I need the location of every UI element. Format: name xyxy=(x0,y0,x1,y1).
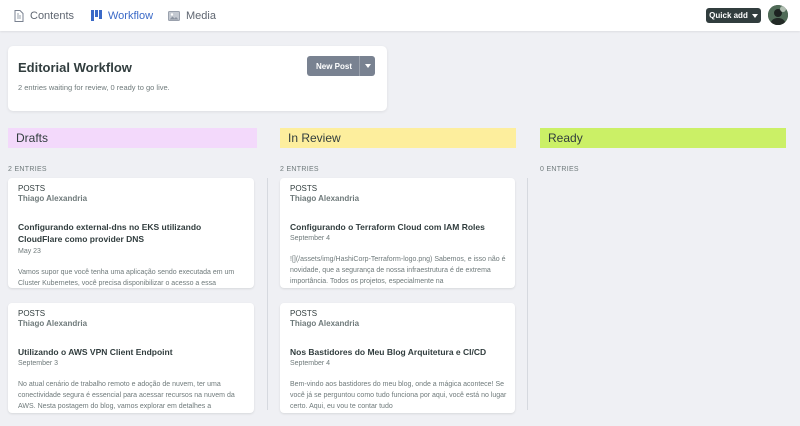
avatar[interactable] xyxy=(768,5,788,25)
entry-collection: POSTS xyxy=(18,309,46,318)
entry-collection: POSTS xyxy=(18,184,46,193)
column-header-in-review: In Review xyxy=(280,128,516,148)
entry-card[interactable]: POSTS Thiago Alexandria Nos Bastidores d… xyxy=(280,303,515,413)
column-count-in-review: 2 ENTRIES xyxy=(280,166,319,173)
nav-workflow-label: Workflow xyxy=(108,9,154,22)
entry-title: Utilizando o AWS VPN Client Endpoint xyxy=(18,347,173,357)
chevron-down-icon xyxy=(364,64,371,68)
column-count-drafts: 2 ENTRIES xyxy=(8,166,47,173)
nav-workflow[interactable]: Workflow xyxy=(91,0,153,31)
nav-media[interactable]: Media xyxy=(168,0,216,31)
page-title: Editorial Workflow xyxy=(18,60,132,75)
entry-date: May 23 xyxy=(18,248,41,255)
column-divider xyxy=(267,178,268,410)
entry-card[interactable]: POSTS Thiago Alexandria Configurando ext… xyxy=(8,178,254,288)
entry-date: September 3 xyxy=(18,360,59,367)
quick-add-button[interactable]: Quick add xyxy=(706,8,761,23)
new-post-dropdown[interactable] xyxy=(359,56,375,76)
workflow-icon xyxy=(91,10,102,21)
image-icon xyxy=(168,10,180,21)
page-subtitle: 2 entries waiting for review, 0 ready to… xyxy=(18,83,170,92)
column-divider xyxy=(527,178,528,410)
entry-date: September 4 xyxy=(290,235,331,242)
nav-media-label: Media xyxy=(186,9,216,22)
entry-author: Thiago Alexandria xyxy=(290,194,360,203)
entry-card[interactable]: POSTS Thiago Alexandria Configurando o T… xyxy=(280,178,515,288)
quick-add-label: Quick add xyxy=(709,11,748,20)
nav-contents-label: Contents xyxy=(30,9,75,22)
entry-excerpt: ![](/assets/img/HashiCorp-Terraform-logo… xyxy=(290,256,506,285)
chevron-down-icon xyxy=(751,13,758,18)
new-post-label: New Post xyxy=(315,61,352,71)
entry-date: September 4 xyxy=(290,360,331,367)
entry-title: Configurando external-dns no EKS utiliza… xyxy=(18,222,202,244)
entry-excerpt: Vamos supor que você tenha uma aplicação… xyxy=(18,269,235,287)
entry-collection: POSTS xyxy=(290,309,318,318)
entry-card[interactable]: POSTS Thiago Alexandria Utilizando o AWS… xyxy=(8,303,254,413)
column-header-ready: Ready xyxy=(540,128,786,148)
document-icon xyxy=(14,9,24,22)
entry-excerpt: Bem-vindo aos bastidores do meu blog, on… xyxy=(290,381,507,410)
nav-contents[interactable]: Contents xyxy=(14,0,74,31)
workflow-header-card: Editorial Workflow 2 entries waiting for… xyxy=(8,46,387,111)
entry-author: Thiago Alexandria xyxy=(18,194,88,203)
entry-author: Thiago Alexandria xyxy=(18,319,88,328)
column-header-drafts: Drafts xyxy=(8,128,257,148)
entry-author: Thiago Alexandria xyxy=(290,319,360,328)
entry-excerpt: No atual cenário de trabalho remoto e ad… xyxy=(18,381,235,410)
top-nav: Contents Workflow Media Quick add xyxy=(0,0,800,31)
new-post-button[interactable]: New Post xyxy=(307,56,375,76)
column-count-ready: 0 ENTRIES xyxy=(540,166,579,173)
entry-title: Nos Bastidores do Meu Blog Arquitetura e… xyxy=(290,347,487,357)
entry-collection: POSTS xyxy=(290,184,318,193)
entry-title: Configurando o Terraform Cloud com IAM R… xyxy=(290,222,485,232)
